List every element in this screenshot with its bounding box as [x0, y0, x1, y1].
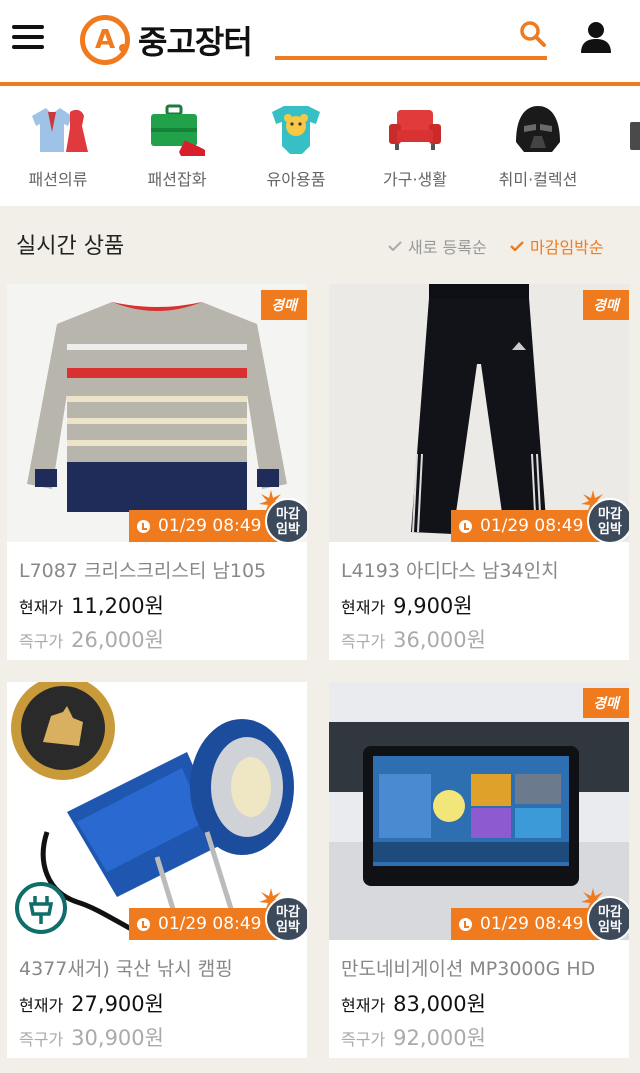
logo-badge: A [80, 15, 130, 65]
deadline-time: 01/29 08:49 [451, 510, 601, 542]
deadline-badge: 마감 임박 [259, 490, 307, 546]
category-bar: 패션의류 패션잡화 유아용품 가구·생활 취미·컬렉션 [0, 86, 640, 206]
check-icon [510, 241, 524, 251]
category-hobby[interactable]: 취미·컬렉션 [483, 86, 593, 206]
deadline-badge: 마감 임박 [581, 888, 629, 944]
product-card[interactable]: 경매 01/29 08:49 마감 임박 L7087 크리스크리스티 남105 현… [7, 284, 307, 660]
user-icon[interactable] [578, 20, 614, 54]
deadline-time: 01/29 08:49 [129, 908, 279, 940]
sofa-icon [389, 110, 441, 150]
search-input[interactable] [275, 14, 547, 60]
category-label: 취미·컬렉션 [498, 170, 578, 189]
time-text: 01/29 08:49 [158, 914, 262, 934]
section-title: 실시간 상품 [16, 234, 125, 259]
clock-icon [137, 917, 150, 931]
buynow-price-label: 즉구가 [19, 632, 64, 651]
app-header: A 중고장터 [0, 0, 640, 82]
buynow-price: 30,900원 [71, 1026, 164, 1050]
product-name: 4377새거) 국산 낚시 캠핑 [19, 958, 233, 980]
category-digital[interactable]: 디 [606, 86, 640, 206]
product-name: L4193 아디다스 남34인치 [341, 560, 559, 582]
deadline-badge: 마감 임박 [259, 888, 307, 944]
device-icon [630, 122, 640, 150]
sort-deadline-button[interactable]: 마감임박순 [510, 234, 604, 258]
deadline-badge: 마감 임박 [581, 490, 629, 546]
product-card[interactable]: 01/29 08:49 마감 임박 4377새거) 국산 낚시 캠핑 현재가 27,… [7, 682, 307, 1058]
clothes-icon [32, 108, 88, 152]
search-icon[interactable] [519, 20, 547, 48]
current-price: 11,200원 [71, 594, 164, 618]
current-price-label: 현재가 [19, 996, 64, 1015]
current-price-label: 현재가 [19, 598, 64, 617]
baby-onesie-icon [272, 106, 320, 154]
app-name: 중고장터 [138, 23, 253, 61]
clock-icon [459, 519, 472, 533]
deadline-badge-text: 마감 임박 [587, 498, 629, 544]
product-name: 만도네비게이션 MP3000G HD [341, 958, 596, 980]
deadline-time: 01/29 08:49 [451, 908, 601, 940]
deadline-badge-text: 마감 임박 [265, 896, 307, 942]
auction-tag: 경매 [583, 290, 629, 320]
current-price: 27,900원 [71, 992, 164, 1016]
buynow-price: 92,000원 [393, 1026, 486, 1050]
clock-icon [137, 519, 150, 533]
time-text: 01/29 08:49 [158, 516, 262, 536]
category-furniture[interactable]: 가구·생활 [360, 86, 470, 206]
product-card[interactable]: 경매 01/29 08:49 마감 임박 만도네비게이션 MP3000G HD 현… [329, 682, 629, 1058]
logo[interactable]: A 중고장터 [80, 12, 253, 68]
product-card[interactable]: 경매 01/29 08:49 마감 임박 L4193 아디다스 남34인치 현재가… [329, 284, 629, 660]
helmet-icon [516, 106, 560, 152]
auction-tag: 경매 [583, 688, 629, 718]
sort-new-label: 새로 등록순 [408, 238, 487, 257]
category-label: 가구·생활 [383, 170, 447, 189]
category-label: 패션의류 [28, 170, 88, 189]
buynow-price-label: 즉구가 [19, 1030, 64, 1049]
current-price: 9,900원 [393, 594, 473, 618]
category-label: 유아용품 [266, 170, 326, 189]
menu-icon[interactable] [12, 25, 44, 51]
buynow-price-label: 즉구가 [341, 1030, 386, 1049]
buynow-price-label: 즉구가 [341, 632, 386, 651]
time-text: 01/29 08:49 [480, 914, 584, 934]
deadline-time: 01/29 08:49 [129, 510, 279, 542]
sort-new-button[interactable]: 새로 등록순 [388, 234, 487, 258]
clock-icon [459, 917, 472, 931]
bag-shoe-icon [151, 104, 205, 156]
category-label: 패션잡화 [147, 170, 207, 189]
buynow-price: 36,000원 [393, 628, 486, 652]
current-price-label: 현재가 [341, 598, 386, 617]
deadline-badge-text: 마감 임박 [587, 896, 629, 942]
sort-deadline-label: 마감임박순 [530, 238, 604, 257]
buynow-price: 26,000원 [71, 628, 164, 652]
current-price-label: 현재가 [341, 996, 386, 1015]
category-fashion-clothes[interactable]: 패션의류 [3, 86, 113, 206]
time-text: 01/29 08:49 [480, 516, 584, 536]
check-icon [388, 241, 402, 251]
auction-tag: 경매 [261, 290, 307, 320]
product-name: L7087 크리스크리스티 남105 [19, 560, 267, 582]
category-baby[interactable]: 유아용품 [241, 86, 351, 206]
deadline-badge-text: 마감 임박 [265, 498, 307, 544]
current-price: 83,000원 [393, 992, 486, 1016]
category-fashion-goods[interactable]: 패션잡화 [122, 86, 232, 206]
